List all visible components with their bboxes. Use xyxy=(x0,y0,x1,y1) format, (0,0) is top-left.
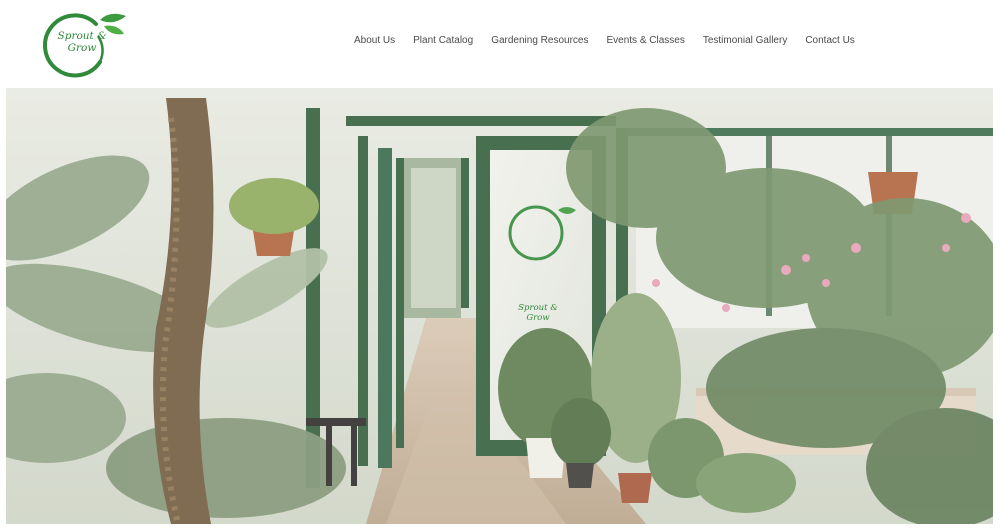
door-sign-text: Sprout & Grow xyxy=(514,303,562,323)
door-sign-line1: Sprout & xyxy=(518,303,558,313)
nav-about-us[interactable]: About Us xyxy=(354,35,395,46)
nav-contact-us[interactable]: Contact Us xyxy=(805,35,854,46)
nav-plant-catalog[interactable]: Plant Catalog xyxy=(413,35,473,46)
greenhouse-photo xyxy=(6,88,993,524)
door-sign-line2: Grow xyxy=(526,313,550,323)
nav-testimonial-gallery[interactable]: Testimonial Gallery xyxy=(703,35,787,46)
nav-gardening-resources[interactable]: Gardening Resources xyxy=(491,35,588,46)
brand-name-line1: Sprout & xyxy=(57,30,107,42)
hero-greenhouse-image: Sprout & Grow xyxy=(6,88,993,524)
brand-name-line2: Grow xyxy=(67,42,97,54)
site-header: Sprout & Grow About Us Plant Catalog Gar… xyxy=(0,0,1000,88)
main-nav: About Us Plant Catalog Gardening Resourc… xyxy=(354,35,855,46)
brand-logo[interactable]: Sprout & Grow xyxy=(34,6,130,82)
brand-name: Sprout & Grow xyxy=(52,30,112,54)
nav-events-classes[interactable]: Events & Classes xyxy=(606,35,684,46)
